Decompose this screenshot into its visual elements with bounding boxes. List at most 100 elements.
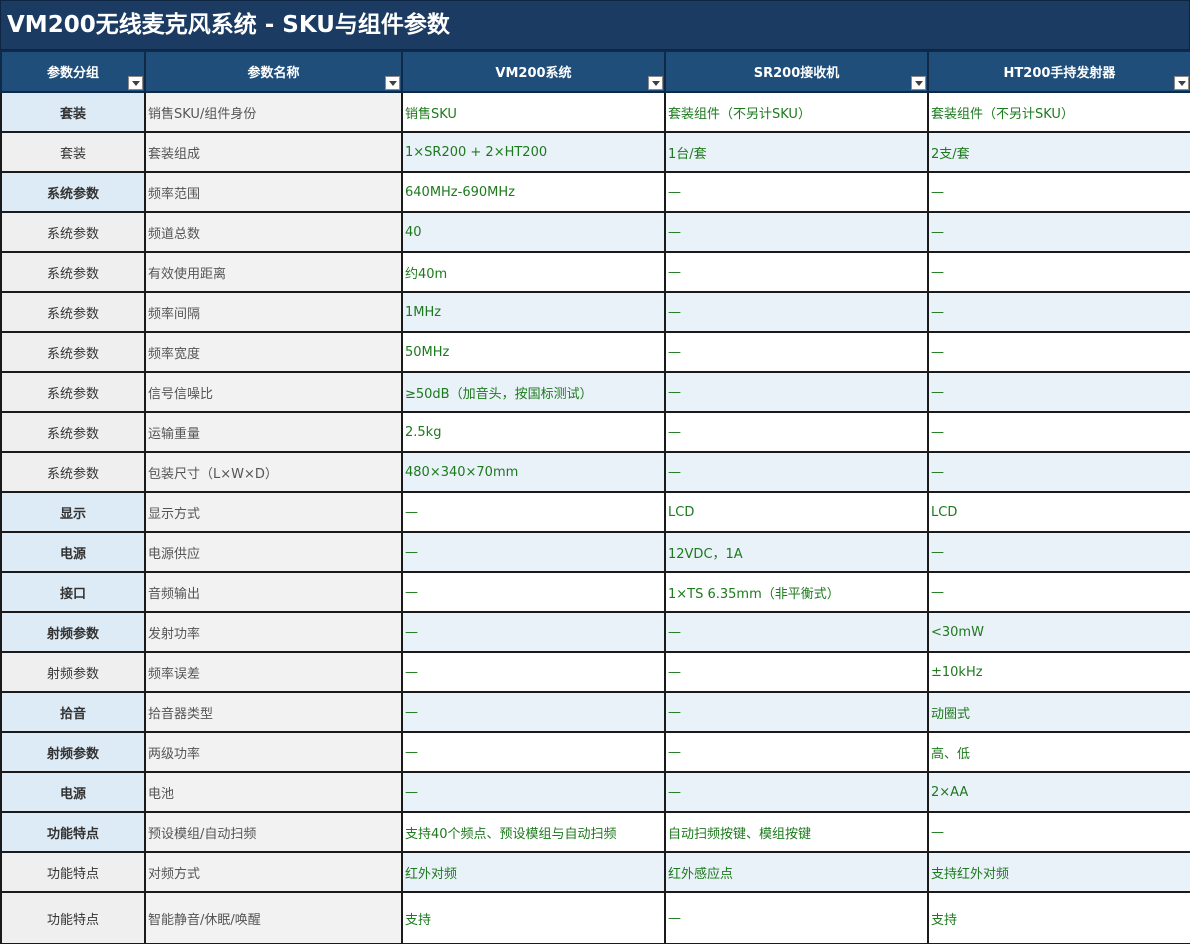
cell-group[interactable]: 系统参数	[0, 411, 146, 453]
cell-group[interactable]: 显示	[0, 491, 146, 533]
cell-group[interactable]: 射频参数	[0, 651, 146, 693]
cell-vm200[interactable]: 支持40个频点、预设模组与自动扫频	[401, 811, 666, 853]
cell-group[interactable]: 系统参数	[0, 371, 146, 413]
cell-sr200[interactable]: —	[664, 411, 929, 453]
cell-sr200[interactable]: 红外感应点	[664, 851, 929, 893]
cell-ht200[interactable]: —	[927, 811, 1190, 853]
cell-ht200[interactable]: —	[927, 411, 1190, 453]
cell-vm200[interactable]: —	[401, 531, 666, 573]
cell-ht200[interactable]: —	[927, 331, 1190, 373]
cell-sr200[interactable]: —	[664, 371, 929, 413]
cell-group[interactable]: 套装	[0, 91, 146, 133]
cell-sr200[interactable]: —	[664, 211, 929, 253]
cell-vm200[interactable]: 销售SKU	[401, 91, 666, 133]
cell-ht200[interactable]: —	[927, 451, 1190, 493]
cell-param-name[interactable]: 对频方式	[144, 851, 403, 893]
cell-sr200[interactable]: 12VDC，1A	[664, 531, 929, 573]
cell-ht200[interactable]: 支持	[927, 891, 1190, 944]
cell-ht200[interactable]: 动圈式	[927, 691, 1190, 733]
filter-dropdown-icon[interactable]	[1174, 76, 1189, 90]
cell-param-name[interactable]: 频率宽度	[144, 331, 403, 373]
cell-group[interactable]: 功能特点	[0, 851, 146, 893]
cell-param-name[interactable]: 显示方式	[144, 491, 403, 533]
cell-ht200[interactable]: 2×AA	[927, 771, 1190, 813]
cell-param-name[interactable]: 电源供应	[144, 531, 403, 573]
cell-param-name[interactable]: 包装尺寸（L×W×D）	[144, 451, 403, 493]
cell-param-name[interactable]: 发射功率	[144, 611, 403, 653]
cell-sr200[interactable]: 1台/套	[664, 131, 929, 173]
cell-sr200[interactable]: 自动扫频按键、模组按键	[664, 811, 929, 853]
cell-group[interactable]: 电源	[0, 531, 146, 573]
cell-sr200[interactable]: —	[664, 731, 929, 773]
cell-sr200[interactable]: —	[664, 331, 929, 373]
cell-param-name[interactable]: 两级功率	[144, 731, 403, 773]
cell-group[interactable]: 系统参数	[0, 211, 146, 253]
cell-ht200[interactable]: <30mW	[927, 611, 1190, 653]
cell-vm200[interactable]: 红外对频	[401, 851, 666, 893]
cell-vm200[interactable]: 2.5kg	[401, 411, 666, 453]
cell-ht200[interactable]: 高、低	[927, 731, 1190, 773]
cell-vm200[interactable]: 支持	[401, 891, 666, 944]
cell-vm200[interactable]: —	[401, 771, 666, 813]
filter-dropdown-icon[interactable]	[385, 76, 400, 90]
cell-group[interactable]: 射频参数	[0, 731, 146, 773]
cell-group[interactable]: 系统参数	[0, 251, 146, 293]
cell-group[interactable]: 系统参数	[0, 171, 146, 213]
cell-ht200[interactable]: —	[927, 571, 1190, 613]
cell-vm200[interactable]: 1MHz	[401, 291, 666, 333]
cell-sr200[interactable]: —	[664, 291, 929, 333]
cell-group[interactable]: 电源	[0, 771, 146, 813]
cell-param-name[interactable]: 频率间隔	[144, 291, 403, 333]
cell-ht200[interactable]: —	[927, 371, 1190, 413]
cell-group[interactable]: 接口	[0, 571, 146, 613]
cell-sr200[interactable]: —	[664, 651, 929, 693]
cell-vm200[interactable]: —	[401, 691, 666, 733]
cell-group[interactable]: 功能特点	[0, 891, 146, 944]
cell-param-name[interactable]: 信号信噪比	[144, 371, 403, 413]
cell-sr200[interactable]: —	[664, 251, 929, 293]
cell-param-name[interactable]: 频道总数	[144, 211, 403, 253]
filter-dropdown-icon[interactable]	[648, 76, 663, 90]
cell-vm200[interactable]: 40	[401, 211, 666, 253]
cell-param-name[interactable]: 销售SKU/组件身份	[144, 91, 403, 133]
cell-ht200[interactable]: LCD	[927, 491, 1190, 533]
cell-param-name[interactable]: 套装组成	[144, 131, 403, 173]
cell-vm200[interactable]: 约40m	[401, 251, 666, 293]
cell-vm200[interactable]: —	[401, 611, 666, 653]
cell-vm200[interactable]: —	[401, 571, 666, 613]
cell-group[interactable]: 拾音	[0, 691, 146, 733]
cell-vm200[interactable]: ≥50dB（加音头，按国标测试）	[401, 371, 666, 413]
cell-sr200[interactable]: —	[664, 891, 929, 944]
cell-sr200[interactable]: —	[664, 771, 929, 813]
cell-param-name[interactable]: 电池	[144, 771, 403, 813]
cell-ht200[interactable]: 套装组件（不另计SKU）	[927, 91, 1190, 133]
cell-sr200[interactable]: —	[664, 171, 929, 213]
cell-vm200[interactable]: —	[401, 651, 666, 693]
cell-ht200[interactable]: —	[927, 531, 1190, 573]
cell-param-name[interactable]: 智能静音/休眠/唤醒	[144, 891, 403, 944]
cell-sr200[interactable]: —	[664, 451, 929, 493]
cell-ht200[interactable]: 2支/套	[927, 131, 1190, 173]
cell-ht200[interactable]: —	[927, 291, 1190, 333]
filter-dropdown-icon[interactable]	[911, 76, 926, 90]
cell-vm200[interactable]: —	[401, 731, 666, 773]
cell-vm200[interactable]: —	[401, 491, 666, 533]
filter-dropdown-icon[interactable]	[128, 76, 143, 90]
cell-param-name[interactable]: 频率误差	[144, 651, 403, 693]
cell-vm200[interactable]: 1×SR200 + 2×HT200	[401, 131, 666, 173]
cell-group[interactable]: 系统参数	[0, 451, 146, 493]
cell-vm200[interactable]: 640MHz-690MHz	[401, 171, 666, 213]
cell-sr200[interactable]: 套装组件（不另计SKU）	[664, 91, 929, 133]
cell-ht200[interactable]: —	[927, 211, 1190, 253]
cell-vm200[interactable]: 50MHz	[401, 331, 666, 373]
cell-group[interactable]: 套装	[0, 131, 146, 173]
cell-sr200[interactable]: —	[664, 611, 929, 653]
cell-param-name[interactable]: 拾音器类型	[144, 691, 403, 733]
cell-param-name[interactable]: 音频输出	[144, 571, 403, 613]
cell-sr200[interactable]: 1×TS 6.35mm（非平衡式）	[664, 571, 929, 613]
cell-vm200[interactable]: 480×340×70mm	[401, 451, 666, 493]
cell-sr200[interactable]: —	[664, 691, 929, 733]
cell-param-name[interactable]: 频率范围	[144, 171, 403, 213]
cell-group[interactable]: 功能特点	[0, 811, 146, 853]
cell-ht200[interactable]: ±10kHz	[927, 651, 1190, 693]
